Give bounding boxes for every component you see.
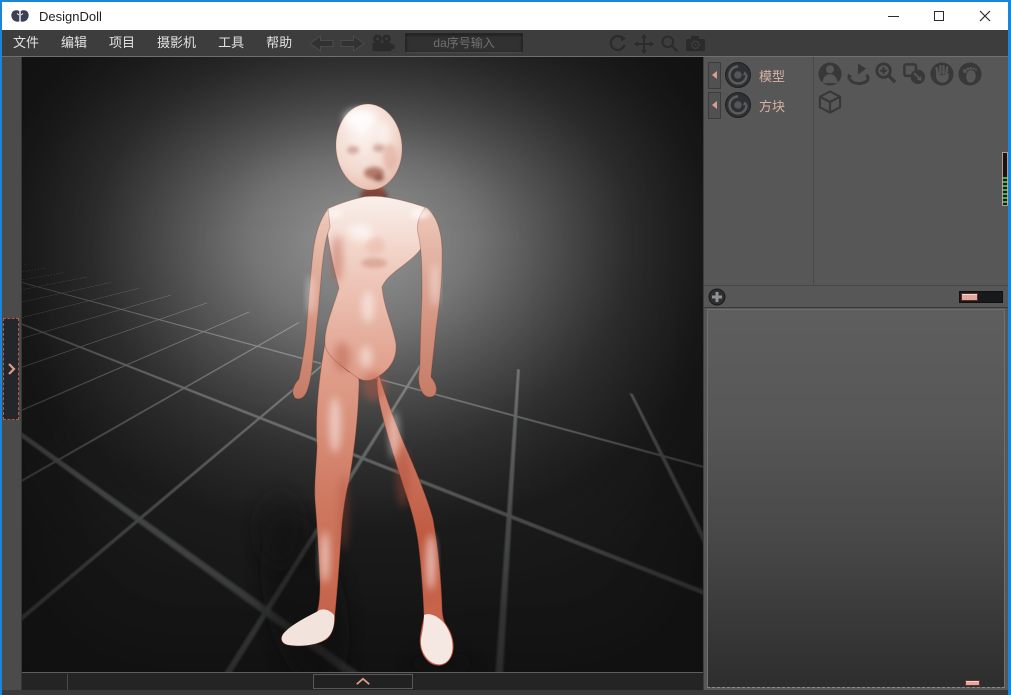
- collapse-left-icon[interactable]: [708, 92, 721, 119]
- panel-bottom-bar: [704, 285, 1009, 307]
- hand-tool-icon[interactable]: [928, 60, 955, 87]
- cube-tool-icon[interactable]: [816, 88, 843, 115]
- bottom-panel-expand-button[interactable]: [313, 674, 413, 689]
- panel-expand-chevron-icon: [7, 362, 16, 376]
- history-nav: [309, 34, 395, 52]
- select-move-tool-icon[interactable]: [900, 60, 927, 87]
- layer-label-block: 方块: [759, 96, 785, 115]
- scene-objects-panel: 模型 方块: [704, 57, 1009, 308]
- window-controls: [870, 2, 1008, 30]
- right-panel: 模型 方块: [703, 57, 1008, 690]
- menu-help[interactable]: 帮助: [255, 30, 303, 56]
- horizontal-scrollbar[interactable]: [959, 291, 1003, 303]
- close-button[interactable]: [962, 2, 1008, 30]
- id-number-input[interactable]: [405, 33, 523, 53]
- collapse-left-icon[interactable]: [708, 62, 721, 89]
- left-panel-expand-handle[interactable]: [3, 318, 19, 420]
- zoom-tool-icon[interactable]: [872, 60, 899, 87]
- horizontal-scrollbar-thumb[interactable]: [961, 293, 978, 301]
- titlebar: DesignDoll: [2, 2, 1008, 30]
- rotate-tool-icon[interactable]: [844, 60, 871, 87]
- part-tools: [816, 60, 983, 87]
- history-back-icon[interactable]: [309, 35, 334, 52]
- visibility-swirl-icon[interactable]: [724, 61, 752, 89]
- bottom-expand-chevron-icon: [355, 677, 371, 686]
- video-camera-icon[interactable]: [371, 34, 395, 52]
- visibility-swirl-icon[interactable]: [724, 91, 752, 119]
- window-title: DesignDoll: [39, 9, 102, 24]
- rotate-view-icon[interactable]: [606, 34, 629, 53]
- maximize-icon: [934, 11, 944, 21]
- menu-tools[interactable]: 工具: [207, 30, 255, 56]
- mannequin-figure: [22, 57, 703, 672]
- panel-divider: [813, 57, 814, 286]
- viewport-bottom-bar: [22, 672, 703, 690]
- menu-project[interactable]: 项目: [98, 30, 146, 56]
- menubar: 文件 编辑 项目 摄影机 工具 帮助: [2, 30, 1008, 56]
- properties-panel: [707, 309, 1005, 688]
- zoom-view-icon[interactable]: [658, 34, 681, 53]
- history-forward-icon[interactable]: [340, 35, 365, 52]
- content-divider: [2, 56, 1008, 57]
- app-logo-icon: [10, 9, 30, 24]
- layer-row-block[interactable]: 方块: [708, 91, 785, 119]
- add-plus-icon[interactable]: [708, 288, 726, 306]
- foot-tool-icon[interactable]: [956, 60, 983, 87]
- menu-file[interactable]: 文件: [2, 30, 50, 56]
- layer-label-model: 模型: [759, 66, 785, 85]
- bottom-bar-divider: [67, 674, 68, 690]
- menu-camera[interactable]: 摄影机: [146, 30, 207, 56]
- maximize-button[interactable]: [916, 2, 962, 30]
- close-icon: [979, 10, 991, 22]
- pan-view-icon[interactable]: [632, 34, 655, 53]
- left-panel-strip[interactable]: [2, 57, 22, 690]
- designdoll-window: DesignDoll 文件 编辑 项目 摄影机 工具 帮助: [0, 0, 1011, 695]
- window-border-left: [0, 0, 2, 695]
- minimize-icon: [888, 16, 899, 17]
- view-tools: [606, 34, 707, 53]
- window-bottom-edge: [2, 690, 1008, 695]
- menu-edit[interactable]: 编辑: [50, 30, 98, 56]
- mini-scrollbar-thumb[interactable]: [965, 680, 980, 686]
- window-border-top: [0, 0, 1011, 2]
- camera-capture-icon[interactable]: [684, 34, 707, 53]
- figure-tool-icon[interactable]: [816, 60, 843, 87]
- part-tools-row2: [816, 88, 843, 115]
- 3d-viewport[interactable]: [22, 57, 703, 672]
- layer-row-model[interactable]: 模型: [708, 61, 785, 89]
- minimize-button[interactable]: [870, 2, 916, 30]
